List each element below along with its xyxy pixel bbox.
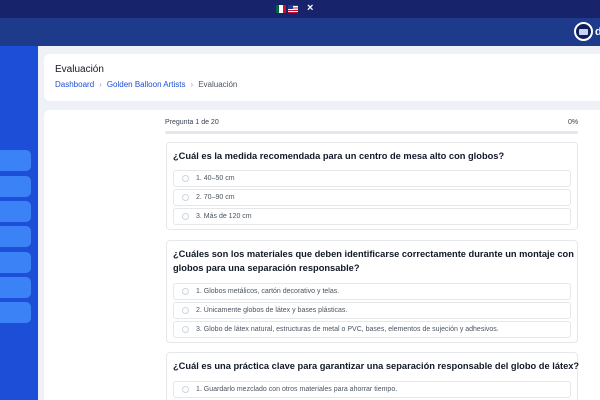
answer-option[interactable]: 2. 70–90 cm: [173, 189, 571, 206]
question-text: ¿Cuáles son los materiales que deben ide…: [173, 249, 574, 259]
chevron-right-icon: ›: [190, 80, 194, 89]
close-icon[interactable]: ×: [307, 2, 313, 14]
radio-icon[interactable]: [182, 175, 189, 182]
answer-option[interactable]: 3. Más de 120 cm: [173, 208, 571, 225]
answer-text: 3. Más de 120 cm: [196, 213, 252, 220]
radio-icon[interactable]: [182, 213, 189, 220]
question-card: ¿Cuáles son los materiales que deben ide…: [166, 240, 578, 343]
user-name: d: [595, 25, 600, 38]
page-title: Evaluación: [55, 64, 104, 75]
question-card: ¿Cuál es una práctica clave para garanti…: [166, 352, 580, 400]
radio-icon[interactable]: [182, 194, 189, 201]
sidebar-item-2[interactable]: [0, 176, 31, 197]
page-header: Evaluación Dashboard › Golden Balloon Ar…: [44, 54, 600, 101]
radio-icon[interactable]: [182, 307, 189, 314]
answer-text: 3. Globo de látex natural, estructuras d…: [196, 326, 499, 333]
sidebar-item-7[interactable]: [0, 302, 31, 323]
user-icon: [579, 28, 588, 35]
avatar[interactable]: [574, 22, 593, 41]
question-text: ¿Cuál es la medida recomendada para un c…: [173, 151, 505, 161]
breadcrumb-current: Evaluación: [198, 80, 238, 89]
mexico-flag-icon[interactable]: [276, 5, 286, 13]
progress-bar: [165, 131, 578, 134]
question-text: globos para una separación responsable?: [173, 263, 360, 273]
answer-text: 1. Guardarlo mezclado con otros material…: [196, 386, 398, 393]
sidebar-item-3[interactable]: [0, 201, 31, 222]
sidebar-item-6[interactable]: [0, 277, 31, 298]
question-text: ¿Cuál es una práctica clave para garanti…: [173, 361, 580, 371]
browser-top-strip: ×: [0, 0, 600, 18]
breadcrumb: Dashboard › Golden Balloon Artists › Eva…: [55, 80, 237, 89]
answer-option[interactable]: 1. Globos metálicos, cartón decorativo y…: [173, 283, 571, 300]
chevron-right-icon: ›: [99, 80, 102, 89]
sidebar-item-5[interactable]: [0, 252, 31, 273]
answer-option[interactable]: 2. Únicamente globos de látex y bases pl…: [173, 302, 571, 319]
usa-flag-icon[interactable]: [288, 5, 298, 13]
radio-icon[interactable]: [182, 288, 189, 295]
radio-icon[interactable]: [182, 386, 189, 393]
answer-option[interactable]: 3. Globo de látex natural, estructuras d…: [173, 321, 571, 338]
question-card: ¿Cuál es la medida recomendada para un c…: [166, 142, 578, 230]
sidebar-item-1[interactable]: [0, 150, 31, 171]
quiz-panel: Pregunta 1 de 20 0% ¿Cuál es la medida r…: [44, 110, 600, 400]
sidebar-item-4[interactable]: [0, 226, 31, 247]
answer-text: 1. 40–50 cm: [196, 175, 235, 182]
question-counter: Pregunta 1 de 20: [165, 119, 219, 126]
breadcrumb-dashboard[interactable]: Dashboard: [55, 80, 94, 89]
answer-text: 1. Globos metálicos, cartón decorativo y…: [196, 288, 340, 295]
breadcrumb-course[interactable]: Golden Balloon Artists: [107, 80, 186, 89]
answer-option[interactable]: 1. Guardarlo mezclado con otros material…: [173, 381, 571, 398]
progress-percent: 0%: [568, 119, 579, 126]
app-header: d: [0, 18, 600, 46]
answer-text: 2. Únicamente globos de látex y bases pl…: [196, 307, 348, 314]
answer-text: 2. 70–90 cm: [196, 194, 235, 201]
radio-icon[interactable]: [182, 326, 189, 333]
user-menu[interactable]: d: [574, 22, 600, 41]
sidebar: [0, 46, 38, 400]
answer-option[interactable]: 1. 40–50 cm: [173, 170, 571, 187]
